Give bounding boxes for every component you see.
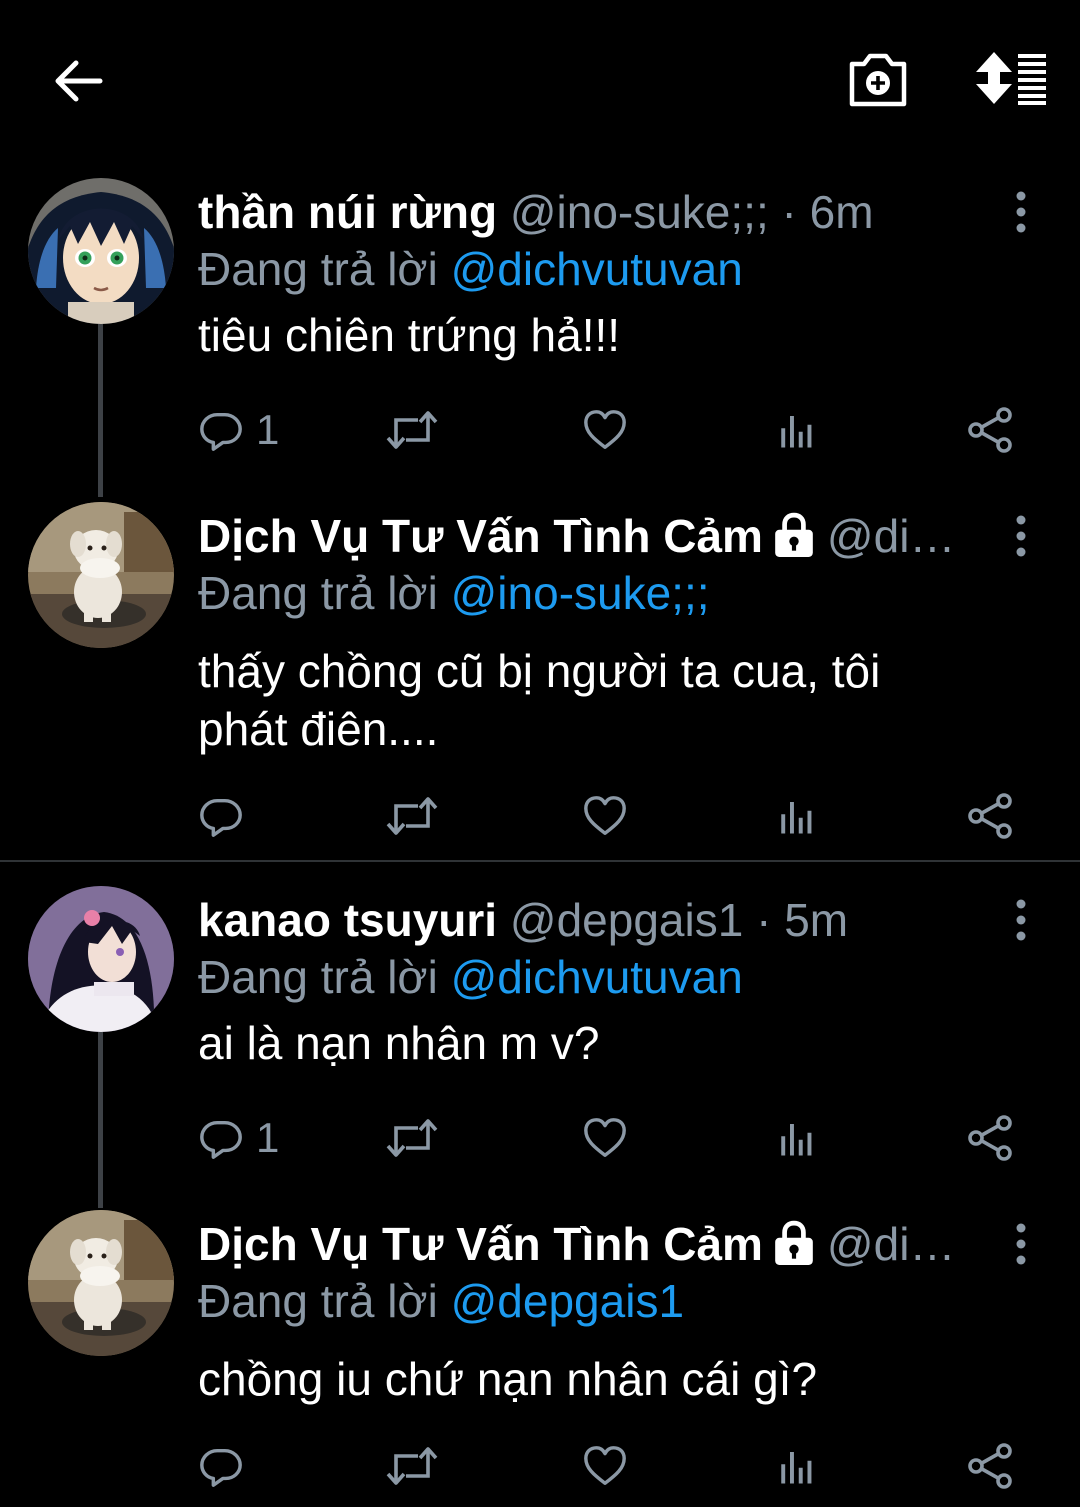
- replying-to: Đang trả lời @depgais1: [198, 1272, 684, 1330]
- mention-link[interactable]: @ino-suke;;;: [451, 567, 710, 619]
- tweet-text-line: tiêu chiên trứng hả!!!: [198, 309, 621, 361]
- more-options-icon[interactable]: [1008, 514, 1034, 558]
- tweet-text: ai là nạn nhân m v?: [198, 1014, 998, 1072]
- share-icon[interactable]: [966, 1108, 1014, 1168]
- author-handle: @ino-suke;;;: [509, 186, 769, 238]
- tweet-text-line: chồng iu chứ nạn nhân cái gì?: [198, 1353, 818, 1405]
- lock-icon: [771, 1220, 817, 1266]
- mention-link[interactable]: @depgais1: [451, 1275, 684, 1327]
- analytics-icon[interactable]: [776, 400, 818, 460]
- retweet-icon[interactable]: [384, 400, 440, 460]
- separator-dot: ·: [756, 894, 772, 946]
- author-name[interactable]: thần núi rừng: [198, 186, 497, 238]
- camera-plus-icon[interactable]: [846, 48, 910, 110]
- tweet-header: Dịch Vụ Tư Vấn Tình Cảm @di…: [198, 1214, 988, 1274]
- analytics-icon[interactable]: [776, 1108, 818, 1168]
- share-icon[interactable]: [966, 1436, 1014, 1496]
- tweet-header: Dịch Vụ Tư Vấn Tình Cảm @di…: [198, 506, 988, 566]
- action-bar: [0, 786, 1080, 846]
- analytics-icon[interactable]: [776, 786, 818, 846]
- reply-icon[interactable]: [198, 1108, 244, 1168]
- replying-to: Đang trả lời @dichvutuvan: [198, 240, 743, 298]
- timestamp: 5m: [784, 894, 849, 946]
- tweet-text: tiêu chiên trứng hả!!!: [198, 306, 998, 364]
- replying-to-label: Đang trả lời: [198, 243, 438, 295]
- author-name[interactable]: Dịch Vụ Tư Vấn Tình Cảm: [198, 1218, 763, 1270]
- reply-icon[interactable]: [198, 400, 244, 460]
- separator-dot: ·: [781, 186, 797, 238]
- author-handle: @depgais1: [509, 894, 744, 946]
- conversation-divider: [0, 860, 1080, 862]
- replying-to: Đang trả lời @dichvutuvan: [198, 948, 743, 1006]
- retweet-icon[interactable]: [384, 1108, 440, 1168]
- avatar[interactable]: [28, 502, 174, 648]
- avatar[interactable]: [28, 886, 174, 1032]
- tweet-text-line: phát điên....: [198, 703, 439, 755]
- timestamp: 6m: [809, 186, 874, 238]
- replying-to-label: Đang trả lời: [198, 567, 438, 619]
- arrow-left-icon[interactable]: [52, 56, 104, 106]
- analytics-icon[interactable]: [776, 1436, 818, 1496]
- action-bar: 1: [0, 1108, 1080, 1168]
- share-icon[interactable]: [966, 400, 1014, 460]
- more-options-icon[interactable]: [1008, 1222, 1034, 1266]
- replying-to: Đang trả lời @ino-suke;;;: [198, 564, 710, 622]
- tweet-text: thấy chồng cũ bị người ta cua, tôi phát …: [198, 642, 998, 758]
- retweet-icon[interactable]: [384, 786, 440, 846]
- author-handle: @di…: [826, 1218, 956, 1270]
- tweet-header: thần núi rừng @ino-suke;;; · 6m: [198, 182, 988, 242]
- like-icon[interactable]: [582, 400, 628, 460]
- like-icon[interactable]: [582, 786, 628, 846]
- tweet-header: kanao tsuyuri @depgais1 · 5m: [198, 890, 988, 950]
- author-name[interactable]: kanao tsuyuri: [198, 894, 497, 946]
- top-bar: [0, 0, 1080, 160]
- reply-icon[interactable]: [198, 786, 244, 846]
- retweet-icon[interactable]: [384, 1436, 440, 1496]
- mention-link[interactable]: @dichvutuvan: [451, 243, 743, 295]
- author-name[interactable]: Dịch Vụ Tư Vấn Tình Cảm: [198, 510, 763, 562]
- reply-icon[interactable]: [198, 1436, 244, 1496]
- sort-icon[interactable]: [974, 50, 1050, 106]
- tweet-text: chồng iu chứ nạn nhân cái gì?: [198, 1350, 998, 1408]
- tweet-text-line: thấy chồng cũ bị người ta cua, tôi: [198, 645, 881, 697]
- avatar[interactable]: [28, 178, 174, 324]
- like-icon[interactable]: [582, 1436, 628, 1496]
- action-bar: [0, 1436, 1080, 1496]
- replying-to-label: Đang trả lời: [198, 1275, 438, 1327]
- mention-link[interactable]: @dichvutuvan: [451, 951, 743, 1003]
- tweet-text-line: ai là nạn nhân m v?: [198, 1017, 600, 1069]
- reply-count: 1: [256, 1114, 280, 1161]
- avatar[interactable]: [28, 1210, 174, 1356]
- lock-icon: [771, 512, 817, 558]
- action-bar: 1: [0, 400, 1080, 460]
- more-options-icon[interactable]: [1008, 898, 1034, 942]
- like-icon[interactable]: [582, 1108, 628, 1168]
- replying-to-label: Đang trả lời: [198, 951, 438, 1003]
- more-options-icon[interactable]: [1008, 190, 1034, 234]
- reply-count: 1: [256, 406, 280, 453]
- author-handle: @di…: [826, 510, 956, 562]
- share-icon[interactable]: [966, 786, 1014, 846]
